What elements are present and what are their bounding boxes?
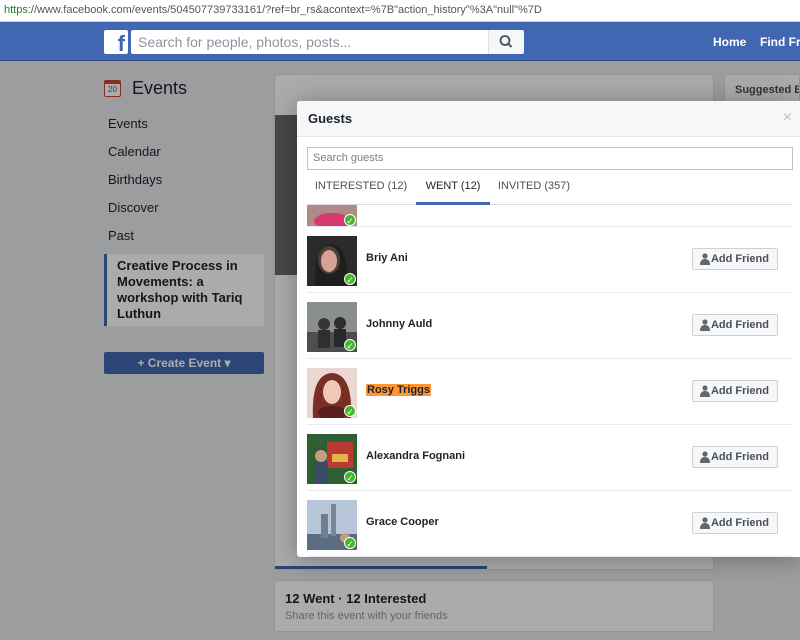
avatar[interactable]: ✓: [307, 205, 357, 226]
avatar[interactable]: ✓: [307, 500, 357, 550]
guest-search-input[interactable]: Search guests: [307, 147, 793, 170]
avatar[interactable]: ✓: [307, 368, 357, 418]
browser-address-bar[interactable]: https://www.facebook.com/events/50450773…: [0, 0, 800, 22]
url-scheme: https: [4, 4, 28, 16]
guest-row: ✓ Grace Cooper Add Friend: [307, 491, 793, 557]
guest-row: ✓ Alexandra Fognani Add Friend: [307, 425, 793, 491]
add-friend-icon: [700, 385, 710, 397]
add-friend-button[interactable]: Add Friend: [692, 248, 778, 270]
add-friend-icon: [700, 319, 710, 331]
went-check-icon: ✓: [344, 339, 356, 351]
nav-find-friends-link[interactable]: Find Fri: [760, 35, 800, 49]
guest-name[interactable]: Alexandra Fognani: [366, 450, 465, 462]
add-friend-label: Add Friend: [710, 385, 769, 397]
avatar[interactable]: ✓: [307, 434, 357, 484]
guest-tabs: INTERESTED (12) WENT (12) INVITED (357): [307, 172, 793, 205]
avatar[interactable]: ✓: [307, 236, 357, 286]
tab-invited[interactable]: INVITED (357): [492, 172, 576, 205]
add-friend-icon: [700, 517, 710, 529]
facebook-top-bar: f Search for people, photos, posts... Ho…: [0, 22, 800, 61]
url-text: ://www.facebook.com/events/5045077397331…: [27, 4, 542, 16]
guest-row: ✓ Briy Ani Add Friend: [307, 227, 793, 293]
add-friend-label: Add Friend: [710, 319, 769, 331]
add-friend-button[interactable]: Add Friend: [692, 380, 778, 402]
guest-row: ✓ Rosy Triggs Add Friend: [307, 359, 793, 425]
went-check-icon: ✓: [344, 273, 356, 285]
search-icon: [499, 35, 513, 48]
tab-interested[interactable]: INTERESTED (12): [307, 172, 415, 205]
close-icon[interactable]: ×: [783, 110, 792, 126]
guest-name-highlighted[interactable]: Rosy Triggs: [366, 384, 431, 396]
facebook-logo[interactable]: f: [104, 30, 128, 54]
nav-home-link[interactable]: Home: [713, 35, 746, 49]
add-friend-label: Add Friend: [710, 517, 769, 529]
add-friend-icon: [700, 253, 710, 265]
avatar[interactable]: ✓: [307, 302, 357, 352]
search-button[interactable]: [488, 30, 524, 54]
dialog-title: Guests: [308, 111, 353, 126]
guest-row: ✓ Johnny Auld Add Friend: [307, 293, 793, 359]
went-check-icon: ✓: [344, 471, 356, 483]
global-search-input[interactable]: Search for people, photos, posts...: [131, 30, 491, 54]
dialog-header: Guests ×: [297, 101, 800, 137]
guest-name[interactable]: Johnny Auld: [366, 318, 432, 330]
add-friend-label: Add Friend: [710, 253, 769, 265]
went-check-icon: ✓: [344, 405, 356, 417]
tab-went[interactable]: WENT (12): [416, 172, 490, 205]
add-friend-button[interactable]: Add Friend: [692, 512, 778, 534]
add-friend-label: Add Friend: [710, 451, 769, 463]
went-check-icon: ✓: [344, 537, 356, 549]
list-item-partial: ✓: [307, 205, 793, 227]
guests-dialog: Guests × Search guests INTERESTED (12) W…: [297, 101, 800, 557]
went-check-icon: ✓: [344, 214, 356, 226]
guest-name[interactable]: Briy Ani: [366, 252, 408, 264]
add-friend-button[interactable]: Add Friend: [692, 314, 778, 336]
add-friend-icon: [700, 451, 710, 463]
add-friend-button[interactable]: Add Friend: [692, 446, 778, 468]
guest-name[interactable]: Grace Cooper: [366, 516, 439, 528]
